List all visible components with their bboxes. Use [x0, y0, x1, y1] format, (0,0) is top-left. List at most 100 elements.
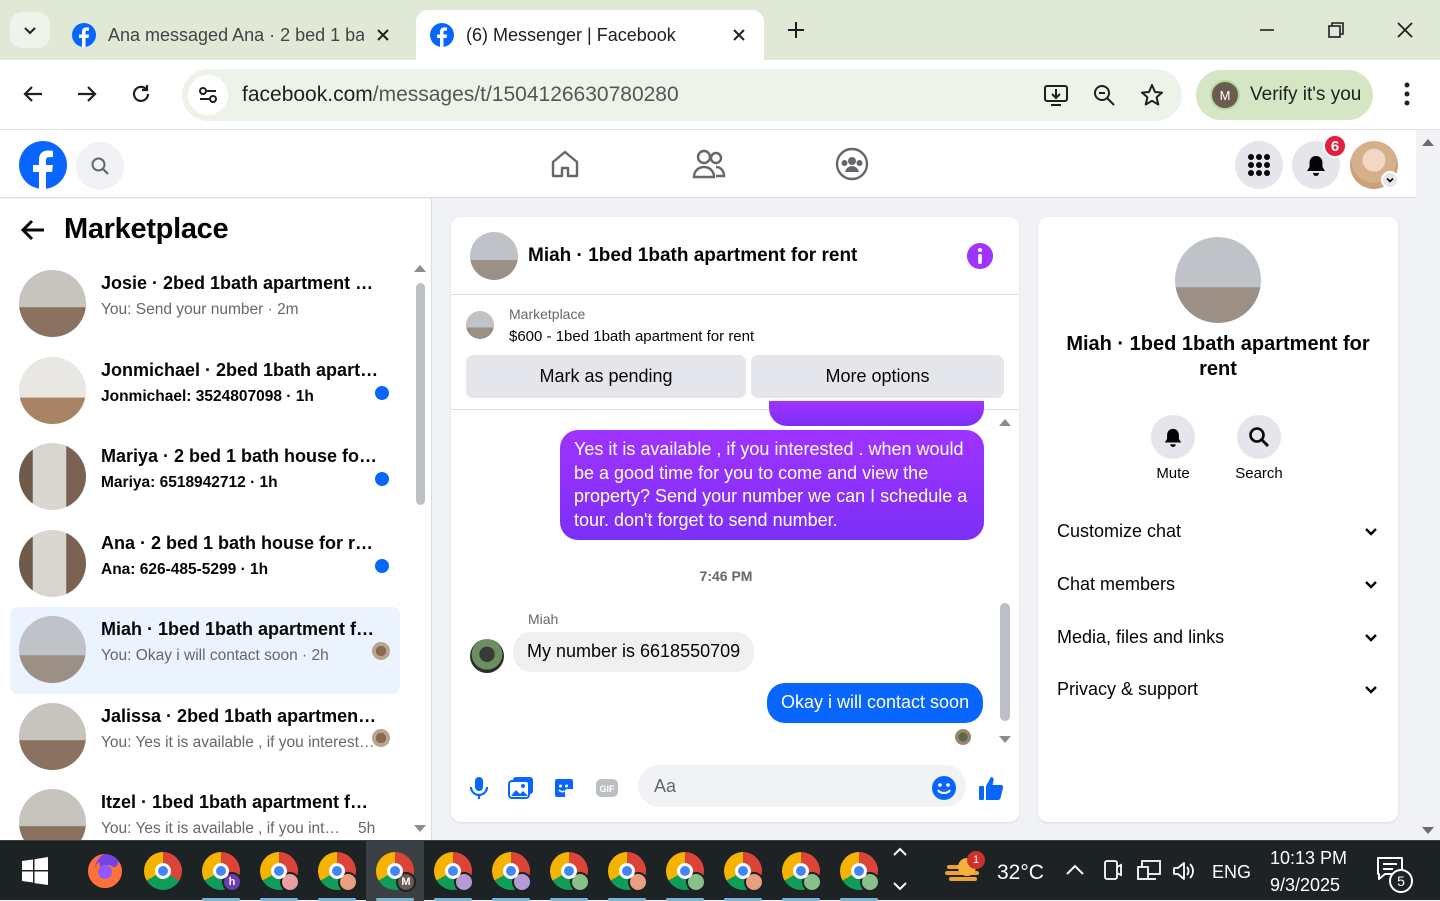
taskbar-firefox[interactable]	[76, 841, 134, 901]
back-arrow-icon[interactable]	[20, 217, 46, 243]
browser-tab-inactive[interactable]: Ana messaged Ana · 2 bed 1 bath house fo…	[58, 10, 408, 60]
page-scrollbar[interactable]	[1416, 130, 1440, 840]
browser-tab-strip: Ana messaged Ana · 2 bed 1 bath house fo…	[0, 0, 1440, 60]
taskbar-chrome-profile[interactable]	[598, 841, 656, 901]
chat-scrollbar[interactable]	[998, 413, 1012, 743]
browser-menu-button[interactable]	[1390, 76, 1424, 112]
listing-title[interactable]: $600 - 1bed 1bath apartment for rent	[509, 328, 754, 345]
attach-media-button[interactable]	[506, 773, 536, 803]
conversation-item[interactable]: Jalissa · 2bed 1bath apartment for rent …	[10, 694, 400, 781]
forward-button[interactable]	[69, 76, 105, 112]
taskbar-chrome-profile[interactable]	[714, 841, 772, 901]
scroll-up-arrow-icon[interactable]	[998, 417, 1012, 427]
voice-clip-button[interactable]	[464, 773, 494, 803]
info-icon[interactable]	[966, 242, 994, 270]
sender-avatar[interactable]	[470, 639, 504, 673]
bookmark-button[interactable]	[1134, 77, 1170, 113]
taskbar-chrome-profile[interactable]	[424, 841, 482, 901]
incoming-message[interactable]: My number is 6618550709	[513, 632, 755, 672]
chat-avatar[interactable]	[470, 232, 518, 280]
chat-info-avatar[interactable]	[1175, 237, 1261, 323]
chat-members-section[interactable]: Chat members	[1057, 564, 1379, 604]
scrollbar-thumb[interactable]	[416, 283, 425, 505]
restore-window-button[interactable]	[1318, 12, 1354, 48]
taskbar-chrome-profile[interactable]	[308, 841, 366, 901]
outgoing-message[interactable]: Okay i will contact soon	[767, 683, 984, 723]
message-input[interactable]	[638, 765, 966, 807]
chevron-up-icon	[1066, 864, 1084, 875]
taskbar-chrome-profile[interactable]	[772, 841, 830, 901]
clock-time[interactable]: 10:13 PM	[1270, 848, 1347, 869]
scroll-down-arrow-icon[interactable]	[1416, 822, 1440, 838]
more-options-button[interactable]: More options	[751, 355, 1004, 398]
close-tab-icon[interactable]	[728, 24, 750, 46]
conversation-list-scrollbar[interactable]	[414, 261, 426, 840]
install-app-button[interactable]	[1038, 77, 1074, 113]
previous-message-bubble[interactable]	[769, 401, 984, 426]
weather-temperature[interactable]: 32°C	[997, 861, 1044, 885]
taskbar-chrome-profile[interactable]	[482, 841, 540, 901]
taskbar-chrome-profile[interactable]	[250, 841, 308, 901]
emoji-button[interactable]	[929, 773, 959, 803]
taskbar-overflow-scroller[interactable]	[890, 845, 912, 897]
url-text[interactable]: facebook.com/messages/t/1504126630780280	[242, 83, 1038, 107]
chrome-icon	[434, 852, 474, 892]
tab-search-button[interactable]	[10, 12, 50, 48]
taskbar-chrome-profile[interactable]: h	[192, 841, 250, 901]
nav-groups[interactable]	[832, 146, 872, 182]
close-tab-icon[interactable]	[372, 24, 394, 46]
conversation-item-active[interactable]: Miah · 1bed 1bath apartment for rent You…	[10, 607, 400, 694]
nav-home[interactable]	[545, 146, 585, 182]
mark-as-pending-button[interactable]: Mark as pending	[466, 355, 746, 398]
conversation-item[interactable]: Josie · 2bed 1bath apartment for rent Yo…	[10, 261, 400, 348]
volume-icon[interactable]	[1171, 859, 1197, 883]
browser-tab-active[interactable]: (6) Messenger | Facebook	[416, 10, 764, 60]
language-indicator[interactable]: ENG	[1212, 862, 1251, 883]
zoom-button[interactable]	[1086, 77, 1122, 113]
notification-center-button[interactable]: 5	[1375, 855, 1415, 893]
media-files-links-section[interactable]: Media, files and links	[1057, 617, 1379, 657]
mute-button[interactable]: Mute	[1138, 415, 1208, 482]
facebook-search-button[interactable]	[76, 142, 124, 190]
start-button[interactable]	[6, 841, 64, 901]
network-icon[interactable]	[1136, 859, 1162, 883]
verify-identity-chip[interactable]: M Verify it's you	[1196, 70, 1373, 120]
clock-date[interactable]: 9/3/2025	[1270, 875, 1340, 896]
scroll-up-arrow-icon[interactable]	[1416, 135, 1440, 151]
sticker-button[interactable]	[549, 773, 579, 803]
facebook-logo-icon[interactable]	[18, 140, 68, 190]
back-button[interactable]	[15, 76, 51, 112]
site-info-button[interactable]	[188, 75, 228, 115]
send-like-button[interactable]	[976, 773, 1006, 803]
taskbar-chrome-profile-active[interactable]: M	[366, 841, 424, 901]
scrollbar-thumb[interactable]	[1000, 603, 1010, 721]
close-window-button[interactable]	[1387, 12, 1423, 48]
taskbar-chrome-profile[interactable]	[656, 841, 714, 901]
reload-button[interactable]	[123, 76, 159, 112]
search-in-chat-button[interactable]: Search	[1224, 415, 1294, 482]
taskbar-chrome-profile[interactable]	[830, 841, 888, 901]
conversation-item[interactable]: Jonmichael · 2bed 1bath apartment for re…	[10, 348, 400, 435]
new-tab-button[interactable]	[780, 14, 812, 46]
scroll-down-arrow-icon[interactable]	[414, 824, 426, 834]
customize-chat-section[interactable]: Customize chat	[1057, 511, 1379, 551]
conversation-item[interactable]: Ana · 2 bed 1 bath house for rent Ana: 6…	[10, 521, 400, 608]
taskbar-chrome-profile[interactable]	[540, 841, 598, 901]
nav-friends[interactable]	[689, 146, 729, 182]
weather-widget-icon[interactable]: 1	[945, 851, 985, 889]
conversation-item[interactable]: Itzel · 1bed 1bath apartment for rent Yo…	[10, 780, 400, 840]
address-bar[interactable]: facebook.com/messages/t/1504126630780280	[182, 69, 1182, 121]
gif-button[interactable]: GIF	[592, 773, 622, 803]
scroll-up-arrow-icon[interactable]	[414, 263, 426, 273]
account-menu-chevron-icon[interactable]	[1381, 171, 1399, 189]
show-hidden-icons-button[interactable]	[1064, 859, 1086, 881]
conversation-item[interactable]: Mariya · 2 bed 1 bath house for rent Mar…	[10, 434, 400, 521]
privacy-support-section[interactable]: Privacy & support	[1057, 669, 1379, 709]
scroll-down-arrow-icon[interactable]	[998, 735, 1012, 745]
menu-button[interactable]	[1235, 141, 1283, 189]
outgoing-message[interactable]: Yes it is available , if you interested …	[560, 430, 984, 540]
chat-title[interactable]: Miah · 1bed 1bath apartment for rent	[528, 245, 857, 267]
taskbar-chrome[interactable]	[134, 841, 192, 901]
minimize-window-button[interactable]	[1249, 12, 1285, 48]
meet-now-icon[interactable]	[1101, 859, 1123, 883]
